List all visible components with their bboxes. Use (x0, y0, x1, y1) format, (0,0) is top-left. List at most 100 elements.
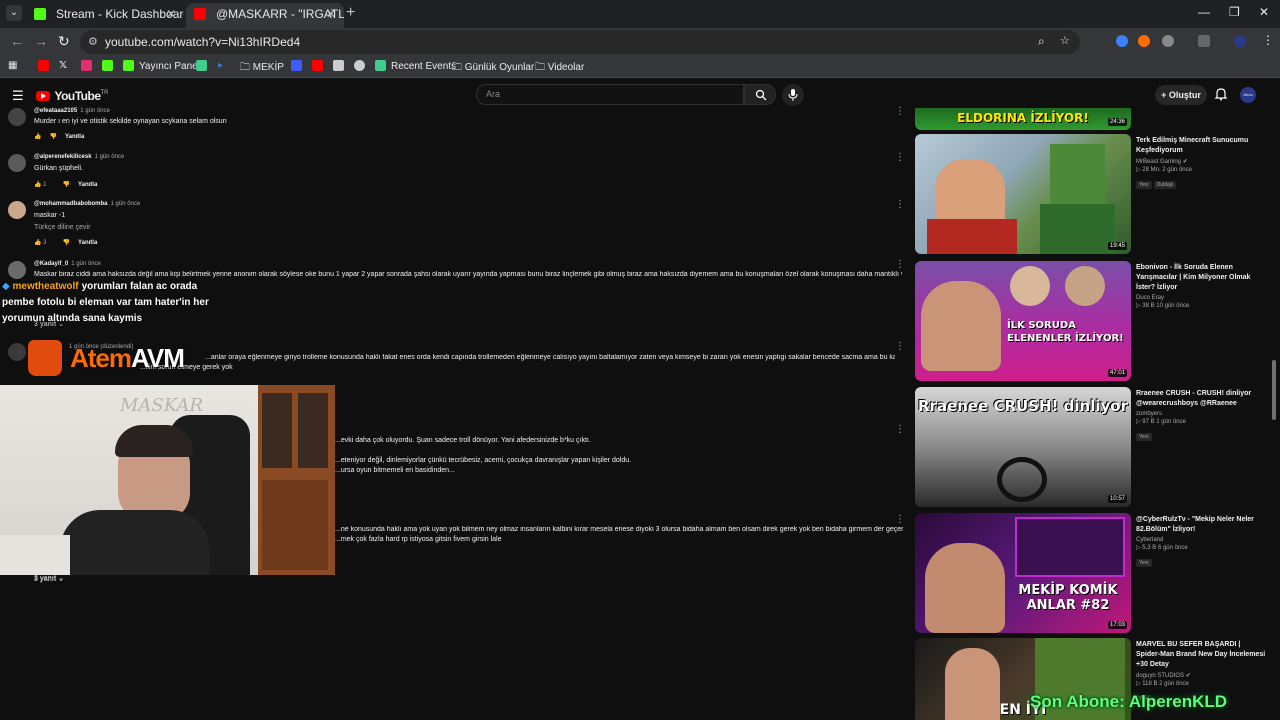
bookmark-instagram[interactable] (81, 60, 97, 72)
video-title[interactable]: Rraenee CRUSH - CRUSH! dinliyor @wearecr… (1136, 389, 1266, 409)
restore-button[interactable]: ❐ (1229, 5, 1240, 19)
comment-handle[interactable]: @alperenefekilicesk (34, 154, 92, 160)
comment-handle[interactable]: @Kadayif_0 (34, 261, 68, 267)
create-button[interactable]: + Oluştur (1155, 85, 1207, 105)
comment-handle[interactable]: @efeataaa2105 (34, 108, 77, 114)
replies-toggle[interactable]: 3 yanıt ⌄ (34, 575, 64, 583)
bookmark-item[interactable] (291, 60, 307, 72)
chat-badge-icon: ◆ (2, 281, 10, 292)
account-avatar[interactable]: Ahoo (1240, 87, 1256, 103)
commenter-avatar[interactable] (8, 108, 26, 126)
comment-time[interactable]: 1 gün önce (111, 201, 141, 207)
video-thumbnail[interactable]: ELDORINA İZLİYOR! 24:36 (915, 108, 1131, 130)
extension-icon[interactable] (1116, 35, 1128, 47)
site-info-icon[interactable]: ⚙ (88, 35, 98, 48)
bookmark-recent-events[interactable]: Recent Events (375, 60, 456, 72)
comment-time[interactable]: 1 gün önce (71, 261, 101, 267)
apps-grid-icon[interactable]: ▦ (8, 60, 17, 71)
bookmark-youtube-2[interactable] (312, 60, 328, 72)
bookmark-mekip[interactable]: 🗀 MEKİP (240, 60, 284, 77)
comment-menu-icon[interactable]: ⋮ (895, 425, 905, 435)
comment-time[interactable]: 1 gün önce (95, 154, 125, 160)
address-bar[interactable]: ⚙ youtube.com/watch?v=Ni13hIRDed4 ⌕ ☆ (80, 30, 1080, 54)
comment-menu-icon[interactable]: ⋮ (895, 342, 905, 352)
profile-avatar[interactable] (1234, 35, 1246, 47)
comment-menu-icon[interactable]: ⋮ (895, 107, 905, 117)
commenter-avatar[interactable] (8, 154, 26, 172)
commenter-avatar[interactable] (8, 343, 26, 361)
menu-icon[interactable]: ☰ (12, 88, 24, 104)
channel-name[interactable]: Cyberland (1136, 537, 1266, 543)
tab-youtube-video[interactable]: @MASKARR - "IRGATLARIN GÜ ✕ (186, 3, 344, 28)
bookmark-gunluk-oyunlar[interactable]: 🗀 Günlük Oyunlar (452, 60, 534, 77)
like-icon[interactable]: 👍 3 (34, 240, 54, 246)
like-icon[interactable]: 👍 (34, 134, 41, 140)
recommended-video[interactable]: Rraenee CRUSH! dinliyor 10:57 Rraenee CR… (915, 387, 1270, 509)
bookmark-star-icon[interactable]: ☆ (1060, 34, 1070, 47)
comment-menu-icon[interactable]: ⋮ (895, 200, 905, 210)
video-thumbnail[interactable]: Rraenee CRUSH! dinliyor 10:57 (915, 387, 1131, 507)
bookmark-x[interactable]: 𝕏 (59, 60, 67, 71)
new-tab-button[interactable]: + (346, 4, 355, 22)
comment-time[interactable]: 1 gün önce (80, 108, 110, 114)
comment-menu-icon[interactable]: ⋮ (895, 260, 905, 270)
video-title[interactable]: @CyberRulzTv - "Mekip Neler Neler 82.Böl… (1136, 515, 1266, 535)
reply-button[interactable]: Yanıtla (78, 240, 97, 246)
channel-name[interactable]: doguyn STUDIOS ✔ (1136, 672, 1266, 679)
video-title[interactable]: Ebonivon - İlk Soruda Elenen Yarışmacıla… (1136, 263, 1266, 293)
bookmark-circle[interactable] (354, 60, 370, 72)
tab-search-button[interactable]: ⌄ (6, 5, 22, 21)
translate-link[interactable]: Türkçe diline çevir (34, 224, 90, 231)
video-thumbnail[interactable]: İLK SORUDA ELENENLER İZLİYOR! 47:01 (915, 261, 1131, 381)
video-title[interactable]: Terk Edilmiş Minecraft Sunucumu Keşfediy… (1136, 136, 1266, 156)
forward-button[interactable]: → (34, 33, 48, 49)
like-icon[interactable]: 👍 1 (34, 182, 54, 188)
dislike-icon[interactable]: 👎 (62, 240, 69, 246)
bookmark-image[interactable] (333, 60, 349, 72)
recommended-video[interactable]: MEKİP KOMİK ANLAR #82 17:03 @CyberRulzTv… (915, 513, 1270, 635)
bookmark-videolar[interactable]: 🗀 Videolar (535, 60, 584, 77)
close-icon[interactable]: ✕ (326, 3, 336, 25)
kick-icon (102, 60, 113, 71)
close-window-button[interactable]: ✕ (1259, 5, 1269, 19)
video-thumbnail[interactable]: MEKİP KOMİK ANLAR #82 17:03 (915, 513, 1131, 633)
bookmark-youtube[interactable] (38, 60, 54, 72)
channel-name[interactable]: MrBeast Gaming ✔ (1136, 158, 1266, 165)
dislike-icon[interactable]: 👎 (62, 182, 69, 188)
search-button[interactable] (744, 84, 776, 105)
recommended-video[interactable]: 19:45 Terk Edilmiş Minecraft Sunucumu Ke… (915, 134, 1270, 256)
bookmark-kick[interactable] (102, 60, 118, 72)
minimize-button[interactable]: — (1198, 5, 1210, 19)
bookmark-yayinci-paneli[interactable]: Yayıncı Paneli (123, 60, 202, 72)
recommended-video[interactable]: İLK SORUDA ELENENLER İZLİYOR! 47:01 Ebon… (915, 261, 1270, 383)
search-input[interactable]: Ara (476, 84, 744, 105)
comment-handle[interactable]: @mohammadbabobomba (34, 201, 108, 207)
video-thumbnail[interactable]: 19:45 (915, 134, 1131, 254)
channel-name[interactable]: zombyers (1136, 411, 1266, 417)
close-icon[interactable]: ✕ (166, 3, 176, 25)
page-scrollbar[interactable] (1272, 360, 1276, 420)
reply-button[interactable]: Yanıtla (78, 182, 97, 188)
youtube-logo[interactable]: YouTubeTR (36, 87, 109, 105)
channel-name[interactable]: Duco Eray (1136, 295, 1266, 301)
dislike-icon[interactable]: 👎 (49, 134, 56, 140)
reply-button[interactable]: Yanıtla (65, 134, 84, 140)
extensions-puzzle-icon[interactable] (1162, 35, 1174, 47)
reload-button[interactable]: ↻ (58, 33, 70, 50)
recommended-video[interactable]: ELDORINA İZLİYOR! 24:36 (915, 108, 1270, 130)
back-button[interactable]: ← (10, 33, 24, 49)
bell-icon[interactable] (1214, 87, 1228, 101)
voice-search-button[interactable] (782, 84, 804, 106)
more-menu-icon[interactable]: ⋮ (1262, 33, 1274, 47)
tab-kick-dashboard[interactable]: Stream - Kick Dashboard ✕ (26, 3, 184, 28)
comment-menu-icon[interactable]: ⋮ (895, 515, 905, 525)
bookmark-prime[interactable]: ▸ (218, 60, 223, 71)
commenter-avatar[interactable] (8, 201, 26, 219)
side-panel-icon[interactable] (1198, 35, 1210, 47)
commenter-avatar[interactable] (8, 261, 26, 279)
video-title[interactable]: MARVEL BU SEFER BAŞARDI | Spider-Man Bra… (1136, 640, 1266, 670)
comment-menu-icon[interactable]: ⋮ (895, 153, 905, 163)
zoom-icon[interactable]: ⌕ (1038, 34, 1045, 49)
extension-icon[interactable] (1138, 35, 1150, 47)
bookmark-app[interactable] (196, 60, 212, 72)
